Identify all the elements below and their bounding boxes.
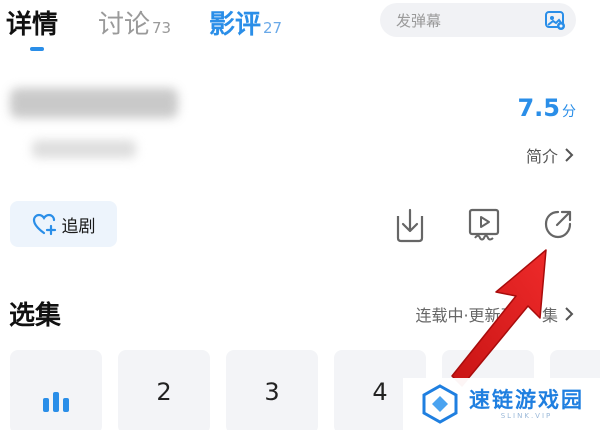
danmu-placeholder: 发弹幕 [396, 12, 442, 30]
watermark: 速链游戏园 SLINK.VIP [403, 378, 600, 430]
playing-bars-icon [43, 390, 69, 412]
share-icon [544, 210, 572, 239]
tab-bar: 详情 讨论 73 影评 27 发弹幕 [0, 0, 600, 51]
chevron-right-icon [565, 148, 574, 162]
download-icon [396, 208, 424, 243]
download-button[interactable] [392, 204, 428, 244]
show-title-blurred [10, 88, 178, 118]
screen-cast-icon [468, 208, 500, 241]
episode-number: 2 [156, 378, 172, 406]
episode-item[interactable]: 3 [226, 350, 318, 430]
tab-discuss[interactable]: 讨论 73 [98, 4, 171, 41]
watermark-sub: SLINK.VIP [500, 412, 553, 420]
active-tab-indicator [30, 47, 44, 51]
screen-cast-button[interactable] [466, 204, 502, 244]
watermark-logo [422, 384, 458, 424]
follow-label: 追剧 [61, 216, 96, 237]
heart-plus-icon [32, 213, 56, 236]
show-score: 7.5 分 [517, 94, 576, 122]
episode-item[interactable]: 2 [118, 350, 210, 430]
episode-number: 3 [264, 378, 280, 406]
intro-label: 简介 [525, 147, 558, 166]
tab-detail-label: 详情 [6, 10, 59, 40]
image-icon[interactable] [544, 9, 566, 31]
episodes-status-label: 连载中·更新至 [415, 306, 517, 325]
chevron-right-icon [565, 307, 574, 321]
score-value: 7.5 [517, 94, 560, 122]
watermark-main: 速链游戏园 [469, 388, 584, 412]
episode-number: 4 [372, 378, 388, 406]
episodes-status: 连载中·更新至 集 [415, 302, 558, 326]
episodes-title: 选集 [9, 301, 62, 331]
share-button[interactable] [540, 204, 576, 244]
episode-item-playing[interactable] [10, 350, 102, 430]
show-subtitle-blurred [32, 140, 136, 158]
intro-link[interactable]: 简介 [526, 143, 574, 167]
episodes-more-link[interactable]: 连载中·更新至 集 [415, 302, 574, 326]
score-unit: 分 [562, 104, 576, 120]
danmu-input[interactable]: 发弹幕 [380, 3, 576, 37]
tab-discuss-label: 讨论 [98, 10, 151, 40]
tab-review-label: 影评 [209, 10, 262, 40]
episodes-status-suffix: 集 [541, 306, 558, 325]
tab-review-count: 27 [263, 19, 283, 37]
tab-detail[interactable]: 详情 [6, 4, 58, 41]
tab-discuss-count: 73 [152, 19, 172, 37]
tab-review[interactable]: 影评 27 [209, 4, 282, 41]
follow-button[interactable]: 追剧 [10, 201, 117, 247]
